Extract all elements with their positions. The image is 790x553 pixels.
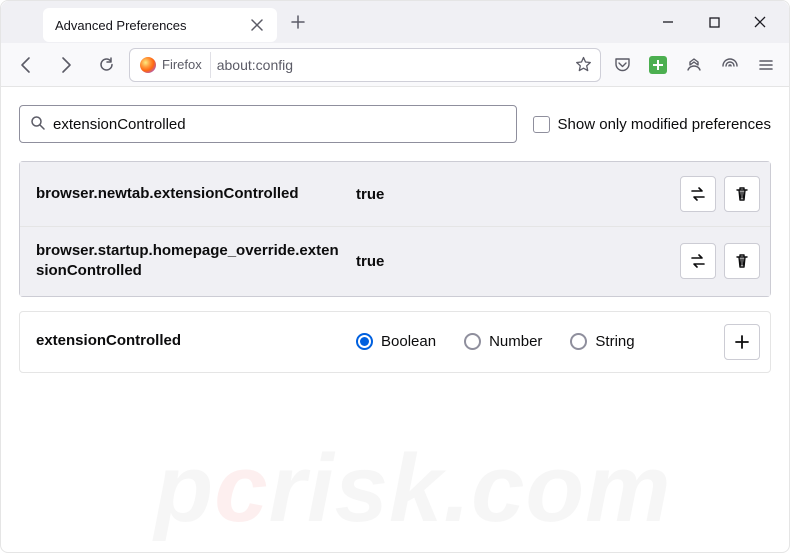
back-button[interactable] <box>9 48 43 82</box>
pref-name: browser.startup.homepage_override.extens… <box>36 241 346 282</box>
add-button[interactable] <box>724 324 760 360</box>
tab-title: Advanced Preferences <box>55 18 241 33</box>
add-pref-name: extensionControlled <box>36 331 346 351</box>
account-icon[interactable] <box>679 50 709 80</box>
firefox-logo-icon <box>140 57 156 73</box>
radio-number[interactable]: Number <box>464 333 542 350</box>
search-icon <box>30 115 45 134</box>
pref-row: browser.newtab.extensionControlled true <box>20 162 770 226</box>
window-titlebar: Advanced Preferences <box>1 1 789 43</box>
extension-icon[interactable] <box>643 50 673 80</box>
pref-name: browser.newtab.extensionControlled <box>36 184 346 204</box>
radio-icon <box>570 333 587 350</box>
window-minimize-button[interactable] <box>645 4 691 40</box>
about-config-content: Show only modified preferences browser.n… <box>1 87 789 552</box>
delete-button[interactable] <box>724 243 760 279</box>
window-close-button[interactable] <box>737 4 783 40</box>
pref-value: true <box>356 186 670 203</box>
menu-button[interactable] <box>751 50 781 80</box>
checkbox-icon <box>533 116 550 133</box>
radio-label: Number <box>489 333 542 350</box>
radio-label: String <box>595 333 634 350</box>
browser-tab[interactable]: Advanced Preferences <box>43 8 277 42</box>
pref-search-box[interactable] <box>19 105 517 143</box>
url-text: about:config <box>217 57 293 73</box>
pref-value: true <box>356 253 670 270</box>
pref-search-input[interactable] <box>53 116 506 133</box>
identity-box[interactable]: Firefox <box>136 52 211 78</box>
pref-row: browser.startup.homepage_override.extens… <box>20 226 770 296</box>
forward-button[interactable] <box>49 48 83 82</box>
checkbox-label: Show only modified preferences <box>558 116 771 133</box>
type-radio-group: Boolean Number String <box>356 333 714 350</box>
bookmark-star-icon[interactable] <box>572 54 594 76</box>
reload-button[interactable] <box>89 48 123 82</box>
protections-icon[interactable] <box>715 50 745 80</box>
add-pref-row: extensionControlled Boolean Number Strin… <box>19 311 771 373</box>
new-tab-button[interactable] <box>283 7 313 37</box>
radio-icon <box>356 333 373 350</box>
show-modified-checkbox[interactable]: Show only modified preferences <box>533 116 771 133</box>
radio-icon <box>464 333 481 350</box>
radio-boolean[interactable]: Boolean <box>356 333 436 350</box>
pocket-icon[interactable] <box>607 50 637 80</box>
radio-string[interactable]: String <box>570 333 634 350</box>
window-maximize-button[interactable] <box>691 4 737 40</box>
delete-button[interactable] <box>724 176 760 212</box>
close-tab-icon[interactable] <box>249 17 265 33</box>
browser-toolbar: Firefox about:config <box>1 43 789 87</box>
toggle-button[interactable] <box>680 243 716 279</box>
identity-label: Firefox <box>162 57 202 72</box>
watermark: pcrisk.com <box>19 455 789 552</box>
pref-list: browser.newtab.extensionControlled true … <box>19 161 771 297</box>
radio-label: Boolean <box>381 333 436 350</box>
url-bar[interactable]: Firefox about:config <box>129 48 601 82</box>
toggle-button[interactable] <box>680 176 716 212</box>
